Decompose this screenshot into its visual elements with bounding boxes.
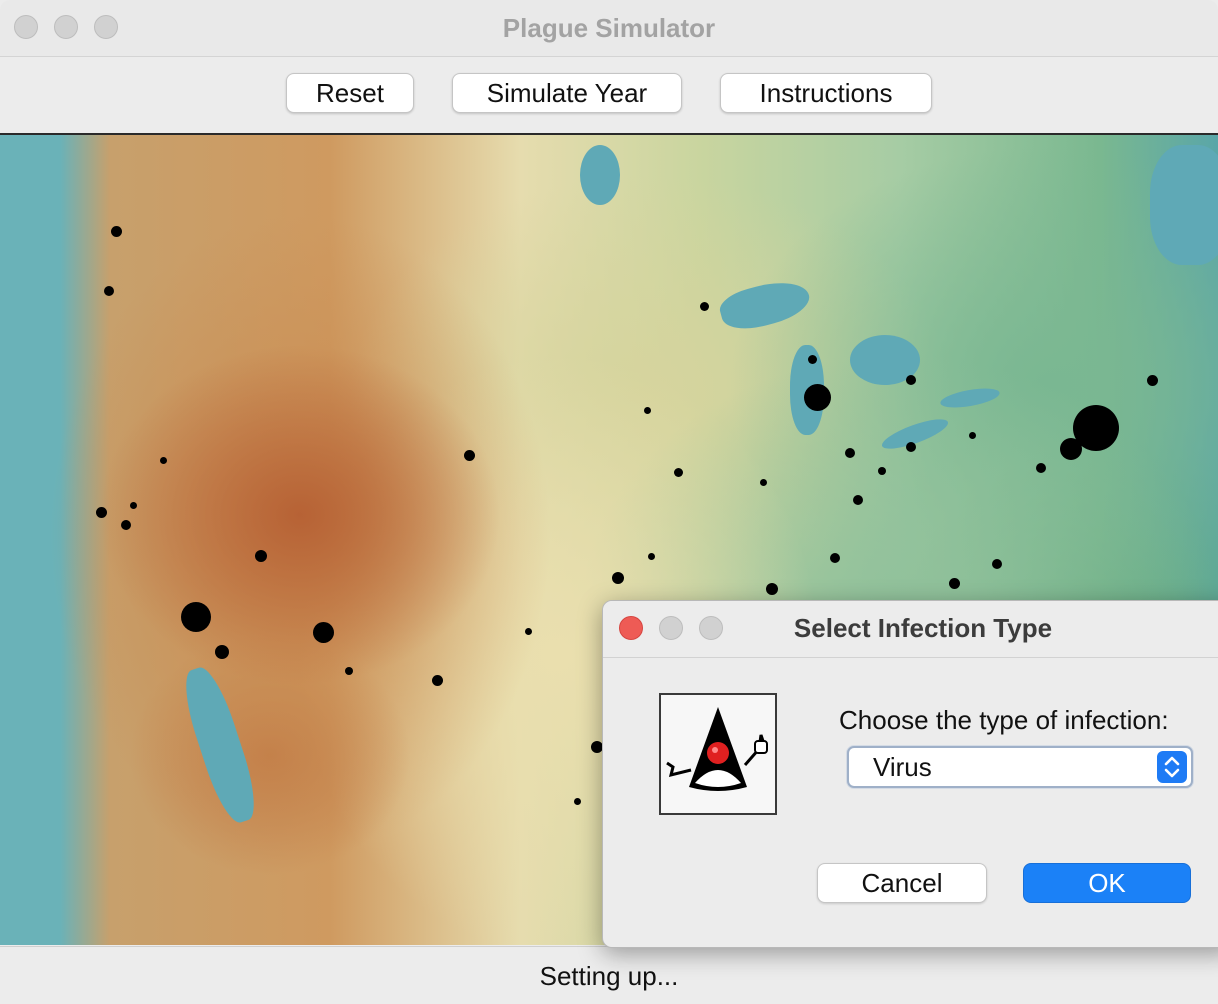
infection-dot	[878, 467, 886, 475]
status-text: Setting up...	[539, 961, 679, 991]
lake-superior	[716, 274, 814, 336]
infection-dot	[700, 302, 709, 311]
infection-dot	[644, 407, 651, 414]
select-stepper-icon[interactable]	[1157, 751, 1187, 783]
toolbar: Reset Simulate Year Instructions	[0, 57, 1218, 135]
dialog-titlebar[interactable]: Select Infection Type	[603, 601, 1218, 658]
infection-dot	[949, 578, 960, 589]
infection-dot	[255, 550, 267, 562]
lake-ontario	[939, 384, 1001, 412]
infection-type-value: Virus	[873, 752, 932, 782]
infection-dot	[906, 442, 916, 452]
infection-dot	[992, 559, 1002, 569]
infection-dot	[845, 448, 855, 458]
infection-dot	[111, 226, 122, 237]
infection-dot	[853, 495, 863, 505]
java-duke-icon	[659, 693, 777, 815]
infection-dot	[215, 645, 229, 659]
infection-dot	[181, 602, 211, 632]
instructions-button[interactable]: Instructions	[720, 73, 932, 113]
infection-dot	[104, 286, 114, 296]
infection-type-select[interactable]: Virus	[847, 746, 1193, 788]
infection-dot	[906, 375, 916, 385]
infection-dot	[313, 622, 334, 643]
infection-dot	[830, 553, 840, 563]
infection-dot	[345, 667, 353, 675]
ok-button[interactable]: OK	[1023, 863, 1191, 903]
infection-dot	[804, 384, 831, 411]
gulf-of-st-lawrence	[1150, 145, 1218, 265]
lake-winnipeg	[580, 145, 620, 205]
select-infection-dialog: Select Infection Type Choose the type of…	[602, 600, 1218, 948]
infection-dot	[766, 583, 778, 595]
window-title: Plague Simulator	[502, 13, 716, 43]
infection-dot	[525, 628, 532, 635]
infection-dot	[612, 572, 624, 584]
reset-button[interactable]: Reset	[286, 73, 414, 113]
infection-dot	[432, 675, 443, 686]
dialog-title: Select Infection Type	[793, 613, 1053, 643]
infection-dot	[160, 457, 167, 464]
gulf-of-california	[176, 662, 264, 828]
plague-simulator-window: Plague Simulator Reset Simulate Year Ins…	[0, 0, 1218, 1004]
infection-dot	[1036, 463, 1046, 473]
dialog-zoom-button[interactable]	[699, 616, 723, 640]
window-titlebar[interactable]: Plague Simulator	[0, 0, 1218, 57]
infection-dot	[808, 355, 817, 364]
infection-dot	[96, 507, 107, 518]
infection-dot	[574, 798, 581, 805]
infection-type-prompt: Choose the type of infection:	[839, 705, 1169, 735]
simulate-year-button[interactable]: Simulate Year	[452, 73, 682, 113]
infection-dot	[648, 553, 655, 560]
infection-dot	[464, 450, 475, 461]
cancel-button[interactable]: Cancel	[817, 863, 987, 903]
infection-dot	[760, 479, 767, 486]
infection-dot	[969, 432, 976, 439]
dialog-close-button[interactable]	[619, 616, 643, 640]
infection-dot	[130, 502, 137, 509]
infection-dot	[121, 520, 131, 530]
status-bar: Setting up...	[0, 946, 1218, 1004]
dialog-minimize-button[interactable]	[659, 616, 683, 640]
infection-dot	[1147, 375, 1158, 386]
infection-dot	[1060, 438, 1082, 460]
infection-dot	[674, 468, 683, 477]
